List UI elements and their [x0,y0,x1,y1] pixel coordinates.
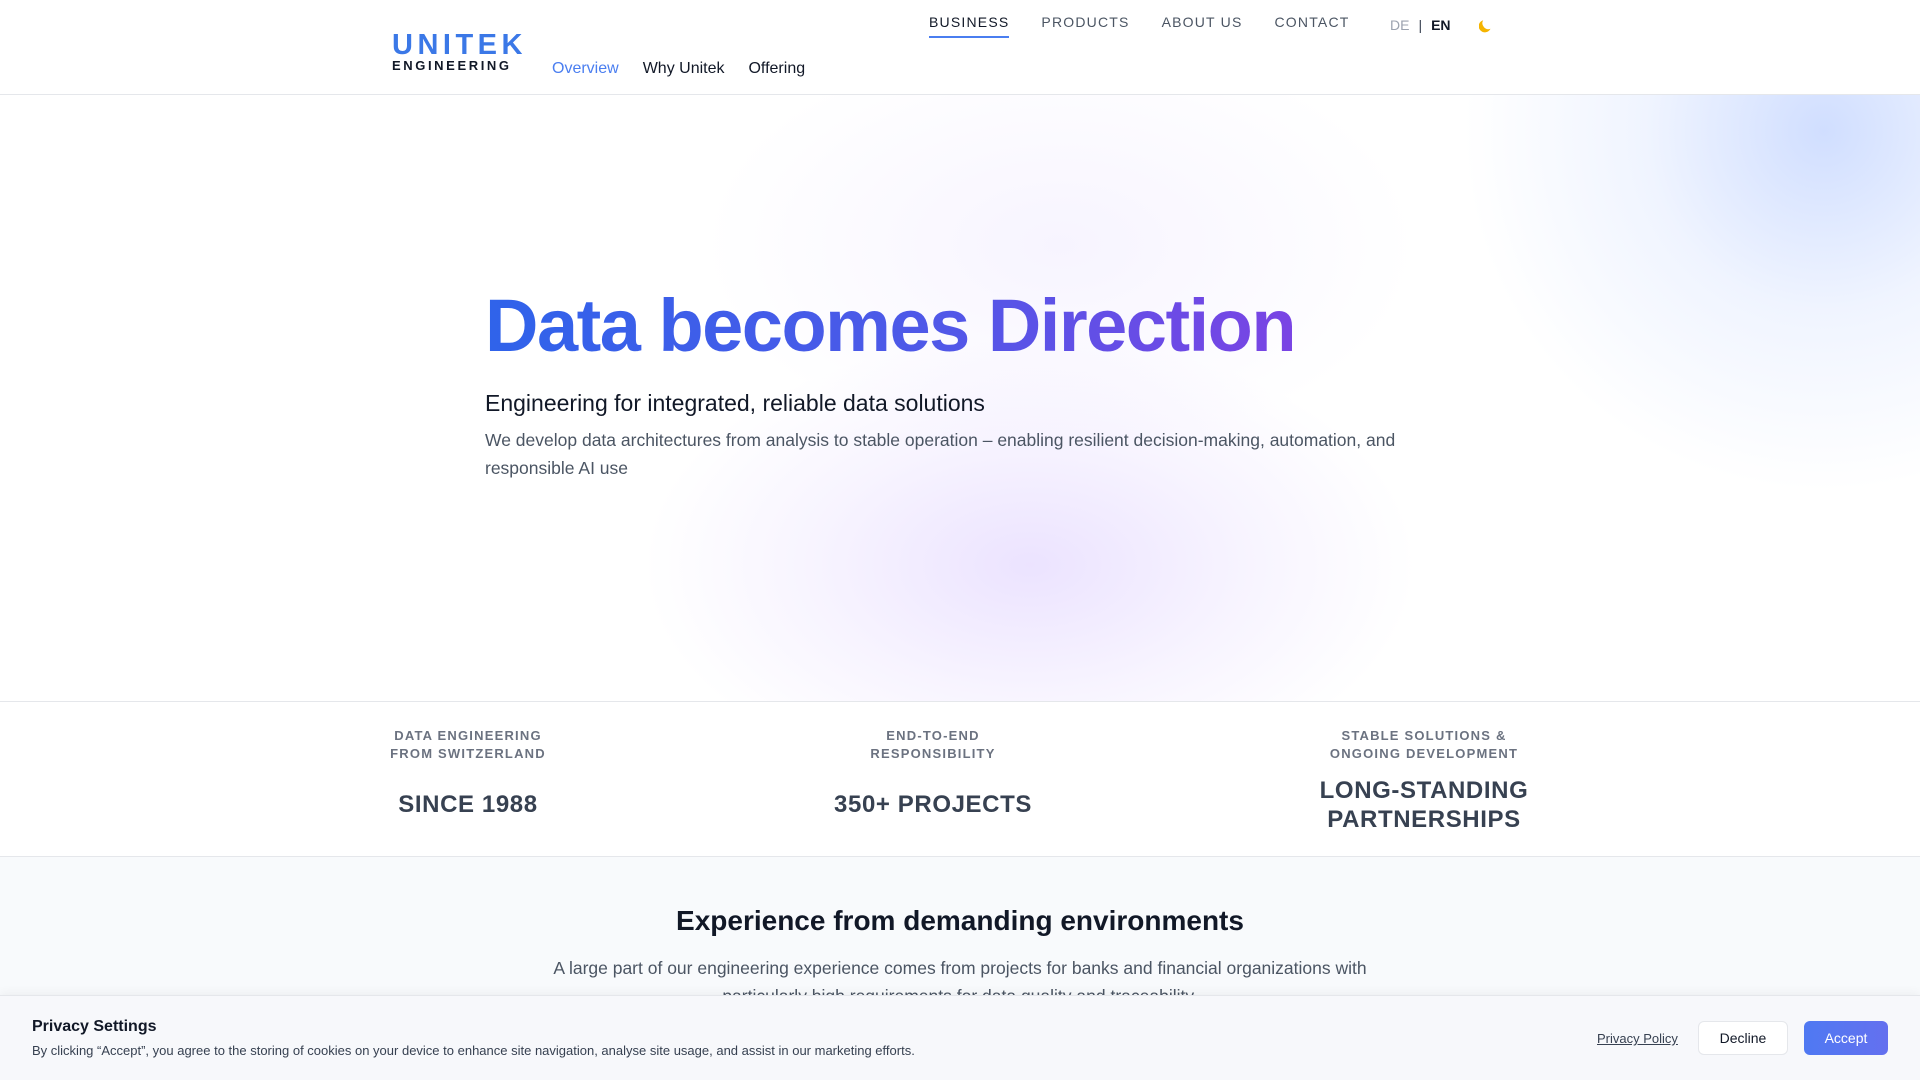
stat-label-line2: RESPONSIBILITY [870,746,996,761]
nav-item-business[interactable]: BUSINESS [929,14,1010,38]
subnav-item-why-unitek[interactable]: Why Unitek [643,60,725,78]
stat-projects: END-TO-END RESPONSIBILITY 350+ PROJECTS [834,727,1032,819]
subnav-item-offering[interactable]: Offering [748,60,805,78]
hero-glow-blue [1460,95,1920,495]
stat-label-line1: DATA ENGINEERING [394,728,542,743]
nav-item-contact[interactable]: CONTACT [1275,14,1350,38]
logo-wordmark: UNITEK [392,29,527,61]
stat-label-line1: END-TO-END [886,728,980,743]
company-logo[interactable]: UNITEK ENGINEERING [392,30,524,72]
hero-title: Data becomes Direction [485,281,1297,371]
stat-label-line2: ONGOING DEVELOPMENT [1329,746,1519,761]
hero-section: Data becomes Direction Engineering for i… [0,95,1920,701]
cookie-text: By clicking “Accept”, you agree to the s… [32,1043,915,1058]
logo-subtitle: ENGINEERING [392,58,512,73]
stat-value-line1: LONG-STANDING [1319,777,1529,804]
privacy-policy-link[interactable]: Privacy Policy [1597,1031,1678,1046]
cookie-banner: Privacy Settings By clicking “Accept”, y… [0,995,1920,1080]
stat-label-line1: STABLE SOLUTIONS & [1341,728,1507,743]
hero-subtitle: Engineering for integrated, reliable dat… [485,390,985,416]
stats-strip: DATA ENGINEERING FROM SWITZERLAND SINCE … [0,701,1920,857]
stat-since-1988: DATA ENGINEERING FROM SWITZERLAND SINCE … [390,727,546,819]
decline-button[interactable]: Decline [1698,1021,1788,1055]
stat-value: SINCE 1988 [398,791,538,818]
nav-item-about-us[interactable]: ABOUT US [1162,14,1243,38]
site-header: UNITEK ENGINEERING Overview Why Unitek O… [0,0,1920,95]
experience-title: Experience from demanding environments [676,905,1244,936]
accept-button[interactable]: Accept [1804,1021,1888,1055]
lang-en[interactable]: EN [1431,17,1450,33]
stat-partnerships: STABLE SOLUTIONS & ONGOING DEVELOPMENT L… [1320,727,1529,834]
cookie-title: Privacy Settings [32,1018,157,1035]
moon-icon[interactable] [1476,14,1498,36]
stat-value-line2: PARTNERSHIPS [1327,806,1521,833]
section-subnav: Overview Why Unitek Offering [552,60,805,78]
stat-value: 350+ PROJECTS [834,791,1032,818]
nav-item-products[interactable]: PRODUCTS [1041,14,1129,38]
main-nav: BUSINESS PRODUCTS ABOUT US CONTACT [929,14,1350,38]
stat-label-line2: FROM SWITZERLAND [390,746,546,761]
hero-description: We develop data architectures from analy… [485,430,1396,478]
moon-icon-glyph [1479,20,1491,33]
lang-de[interactable]: DE [1390,17,1409,33]
lang-separator: | [1418,17,1423,33]
subnav-item-overview[interactable]: Overview [552,60,619,78]
language-switcher: DE | EN [1390,17,1451,33]
